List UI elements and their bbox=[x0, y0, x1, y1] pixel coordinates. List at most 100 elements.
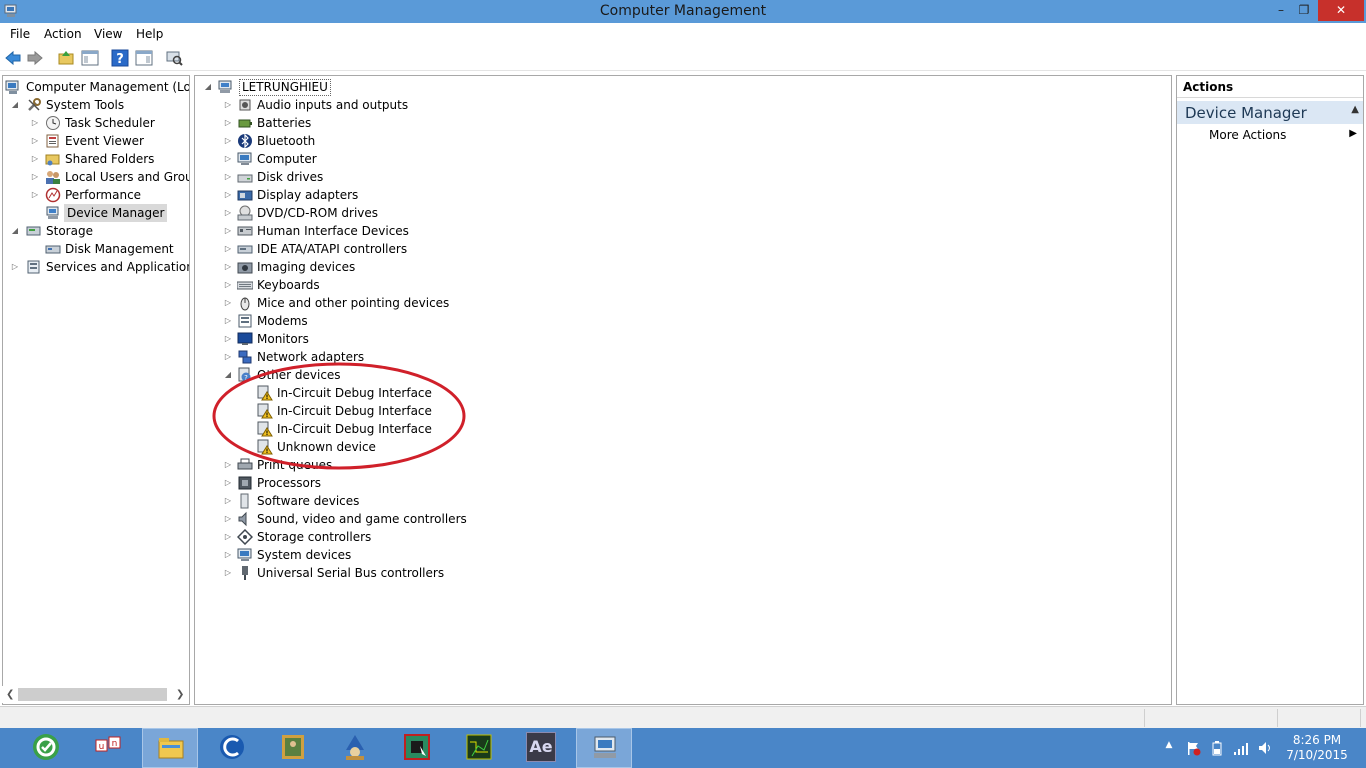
collapse-icon[interactable]: ◢ bbox=[223, 366, 233, 384]
device-label: In-Circuit Debug Interface bbox=[277, 404, 432, 418]
expand-icon[interactable]: ▷ bbox=[30, 114, 40, 132]
toolbar: ? bbox=[0, 45, 1366, 71]
taskbar-circuit-design[interactable] bbox=[451, 728, 507, 768]
console-tree-pane: Computer Management (Local ◢ System Tool… bbox=[2, 75, 190, 705]
expand-icon[interactable]: ▷ bbox=[223, 132, 233, 150]
coccoc-browser-icon bbox=[33, 734, 59, 760]
system-device-icon bbox=[237, 547, 253, 563]
taskbar-computer-management[interactable] bbox=[576, 728, 632, 768]
battery-icon[interactable] bbox=[1209, 740, 1225, 756]
forward-arrow-icon[interactable] bbox=[26, 49, 44, 67]
expand-icon[interactable]: ▷ bbox=[223, 204, 233, 222]
taskbar-unikey[interactable]: un bbox=[80, 728, 136, 768]
scrollbar-thumb[interactable] bbox=[18, 688, 167, 701]
help-icon[interactable]: ? bbox=[111, 49, 129, 67]
expand-icon[interactable]: ▷ bbox=[223, 150, 233, 168]
collapse-icon[interactable]: ◢ bbox=[203, 78, 213, 96]
expand-icon[interactable]: ▷ bbox=[223, 222, 233, 240]
expand-icon[interactable]: ▷ bbox=[223, 510, 233, 528]
taskbar-ccleaner[interactable] bbox=[204, 728, 260, 768]
submenu-arrow-icon[interactable]: ▶ bbox=[1349, 128, 1357, 139]
status-divider bbox=[1360, 709, 1361, 727]
camera-icon bbox=[237, 259, 253, 275]
expand-icon[interactable]: ▷ bbox=[223, 330, 233, 348]
maximize-button[interactable]: ❐ bbox=[1290, 0, 1318, 21]
dvd-drive-icon bbox=[237, 205, 253, 221]
taskbar-clock[interactable]: 8:26 PM 7/10/2015 bbox=[1282, 733, 1352, 763]
storage-icon bbox=[26, 226, 41, 236]
actions-section-device-manager[interactable]: Device Manager ▲ bbox=[1177, 101, 1363, 124]
svg-text:?: ? bbox=[244, 374, 248, 382]
expand-icon[interactable]: ▷ bbox=[223, 240, 233, 258]
tree-label: Services and Applications bbox=[46, 260, 190, 274]
category-label: Imaging devices bbox=[257, 260, 356, 274]
expand-icon[interactable]: ▷ bbox=[223, 294, 233, 312]
expand-icon[interactable]: ▷ bbox=[223, 348, 233, 366]
taskbar-photo-app[interactable] bbox=[265, 728, 321, 768]
window-title: Computer Management bbox=[599, 3, 767, 19]
expand-icon[interactable]: ▷ bbox=[223, 564, 233, 582]
menu-view[interactable]: View bbox=[94, 27, 122, 41]
expand-icon[interactable]: ▷ bbox=[223, 456, 233, 474]
action-center-flag-icon[interactable] bbox=[1185, 740, 1201, 756]
volume-icon[interactable] bbox=[1257, 740, 1273, 756]
tree-label: Disk Management bbox=[65, 242, 174, 256]
show-hide-console-tree-icon[interactable] bbox=[81, 49, 99, 67]
back-arrow-icon[interactable] bbox=[4, 49, 22, 67]
close-button[interactable]: ✕ bbox=[1318, 0, 1364, 21]
tree-label: System Tools bbox=[46, 98, 125, 112]
scroll-right-icon[interactable]: ❯ bbox=[176, 686, 184, 703]
computer-management-task-icon bbox=[594, 736, 616, 758]
expand-icon[interactable]: ▷ bbox=[30, 186, 40, 204]
expand-icon[interactable]: ▷ bbox=[223, 312, 233, 330]
expand-icon[interactable]: ▷ bbox=[223, 528, 233, 546]
taskbar-wizard-app[interactable] bbox=[327, 728, 383, 768]
category-label: Human Interface Devices bbox=[257, 224, 409, 238]
expand-icon[interactable]: ▷ bbox=[223, 168, 233, 186]
show-hidden-icons[interactable]: ▲ bbox=[1161, 740, 1177, 756]
taskbar-file-explorer[interactable] bbox=[142, 728, 198, 768]
scan-hardware-changes-icon[interactable] bbox=[165, 49, 183, 67]
taskbar-chip-programmer[interactable] bbox=[389, 728, 445, 768]
collapse-icon[interactable]: ◢ bbox=[10, 222, 20, 240]
category-label: DVD/CD-ROM drives bbox=[257, 206, 379, 220]
category-label: Network adapters bbox=[257, 350, 365, 364]
taskbar-coccoc[interactable] bbox=[18, 728, 74, 768]
expand-icon[interactable]: ▷ bbox=[223, 546, 233, 564]
services-icon bbox=[27, 260, 40, 274]
svg-text:n: n bbox=[112, 739, 118, 749]
more-actions-item[interactable]: More Actions bbox=[1209, 128, 1286, 142]
expand-icon[interactable]: ▷ bbox=[223, 96, 233, 114]
status-bar bbox=[0, 706, 1366, 728]
expand-icon[interactable]: ▷ bbox=[223, 492, 233, 510]
expand-icon[interactable]: ▷ bbox=[223, 186, 233, 204]
category-label: Keyboards bbox=[257, 278, 320, 292]
collapse-icon[interactable]: ◢ bbox=[10, 96, 20, 114]
expand-icon[interactable]: ▷ bbox=[30, 132, 40, 150]
menu-action[interactable]: Action bbox=[44, 27, 82, 41]
root-label: LETRUNGHIEU bbox=[239, 79, 331, 96]
expand-icon[interactable]: ▷ bbox=[223, 276, 233, 294]
sound-icon bbox=[237, 511, 253, 527]
up-folder-icon[interactable] bbox=[57, 49, 75, 67]
collapse-up-icon[interactable]: ▲ bbox=[1351, 104, 1359, 115]
expand-icon[interactable]: ▷ bbox=[30, 150, 40, 168]
device-label: In-Circuit Debug Interface bbox=[277, 386, 432, 400]
network-adapter-icon bbox=[237, 349, 253, 365]
left-horizontal-scrollbar[interactable]: ❮ ❯ bbox=[2, 686, 188, 703]
expand-icon[interactable]: ▷ bbox=[223, 114, 233, 132]
taskbar-after-effects[interactable]: Ae bbox=[513, 728, 569, 768]
expand-icon[interactable]: ▷ bbox=[30, 168, 40, 186]
monitor-icon bbox=[237, 331, 253, 347]
menu-help[interactable]: Help bbox=[136, 27, 163, 41]
expand-icon[interactable]: ▷ bbox=[223, 258, 233, 276]
menu-file[interactable]: File bbox=[10, 27, 30, 41]
scroll-left-icon[interactable]: ❮ bbox=[6, 686, 14, 703]
show-hide-action-pane-icon[interactable] bbox=[135, 49, 153, 67]
expand-icon[interactable]: ▷ bbox=[223, 474, 233, 492]
tree-label: Device Manager bbox=[64, 204, 168, 222]
wifi-signal-icon[interactable] bbox=[1233, 740, 1249, 756]
actions-header: Actions bbox=[1177, 76, 1363, 98]
category-label: Sound, video and game controllers bbox=[257, 512, 467, 526]
expand-icon[interactable]: ▷ bbox=[10, 258, 20, 276]
